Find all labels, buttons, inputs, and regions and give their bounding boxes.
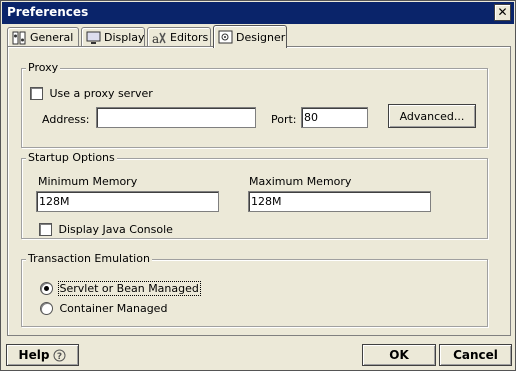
use-proxy-checkbox-row[interactable]: Use a proxy server bbox=[30, 86, 153, 100]
tab-general[interactable]: General bbox=[7, 27, 79, 47]
container-managed-radio[interactable] bbox=[40, 301, 53, 315]
radio-container-managed-row[interactable]: Container Managed bbox=[40, 301, 167, 315]
use-proxy-checkbox[interactable] bbox=[30, 86, 43, 100]
general-icon bbox=[12, 31, 27, 45]
transaction-emulation-group: Transaction Emulation Servlet or Bean Ma… bbox=[21, 252, 488, 327]
java-console-label: Display Java Console bbox=[58, 222, 173, 236]
servlet-bean-label: Servlet or Bean Managed bbox=[57, 280, 201, 296]
address-field[interactable] bbox=[96, 107, 256, 128]
cancel-button[interactable]: Cancel bbox=[439, 344, 512, 366]
tab-designer[interactable]: Designer bbox=[213, 25, 287, 48]
tab-label: Designer bbox=[236, 30, 286, 44]
title-bar: Preferences ✕ bbox=[2, 2, 514, 24]
tab-label: Editors bbox=[170, 31, 209, 44]
radio-servlet-bean-row[interactable]: Servlet or Bean Managed bbox=[40, 280, 201, 296]
tab-label: Display bbox=[104, 31, 145, 44]
servlet-bean-radio[interactable] bbox=[40, 281, 53, 295]
proxy-group: Proxy Use a proxy server Address: Port: … bbox=[21, 61, 488, 148]
window-title: Preferences bbox=[7, 5, 89, 19]
svg-text:?: ? bbox=[57, 352, 62, 362]
address-label: Address: bbox=[42, 113, 90, 126]
ok-button[interactable]: OK bbox=[362, 344, 436, 366]
display-icon bbox=[86, 31, 101, 45]
designer-icon bbox=[218, 30, 233, 44]
tab-strip: General Display a Editors Designer bbox=[7, 25, 507, 48]
port-label: Port: bbox=[271, 113, 297, 126]
min-memory-field[interactable]: 128M bbox=[36, 191, 219, 212]
transaction-legend: Transaction Emulation bbox=[26, 252, 152, 265]
port-field[interactable]: 80 bbox=[301, 107, 368, 128]
min-memory-label: Minimum Memory bbox=[38, 175, 138, 188]
tab-label: General bbox=[30, 31, 74, 44]
max-memory-label: Maximum Memory bbox=[249, 175, 352, 188]
close-button[interactable]: ✕ bbox=[494, 4, 511, 21]
advanced-button[interactable]: Advanced... bbox=[388, 104, 476, 128]
tab-display[interactable]: Display bbox=[81, 27, 145, 47]
use-proxy-label: Use a proxy server bbox=[49, 86, 153, 100]
help-button[interactable]: Help ? bbox=[6, 344, 79, 366]
question-circle-icon: ? bbox=[53, 349, 66, 362]
startup-legend: Startup Options bbox=[26, 151, 117, 164]
preferences-dialog: Preferences ✕ General Display a Editors … bbox=[0, 0, 516, 371]
tab-editors[interactable]: a Editors bbox=[147, 27, 211, 47]
help-label: Help bbox=[18, 348, 50, 362]
editors-icon: a bbox=[152, 31, 167, 46]
startup-options-group: Startup Options Minimum Memory 128M Maxi… bbox=[21, 151, 488, 239]
container-managed-label: Container Managed bbox=[59, 301, 168, 315]
java-console-checkbox[interactable] bbox=[39, 222, 52, 236]
designer-pane: Proxy Use a proxy server Address: Port: … bbox=[7, 46, 511, 336]
java-console-checkbox-row[interactable]: Display Java Console bbox=[39, 222, 173, 236]
max-memory-field[interactable]: 128M bbox=[248, 191, 431, 212]
proxy-legend: Proxy bbox=[26, 61, 61, 74]
svg-text:a: a bbox=[152, 32, 159, 45]
